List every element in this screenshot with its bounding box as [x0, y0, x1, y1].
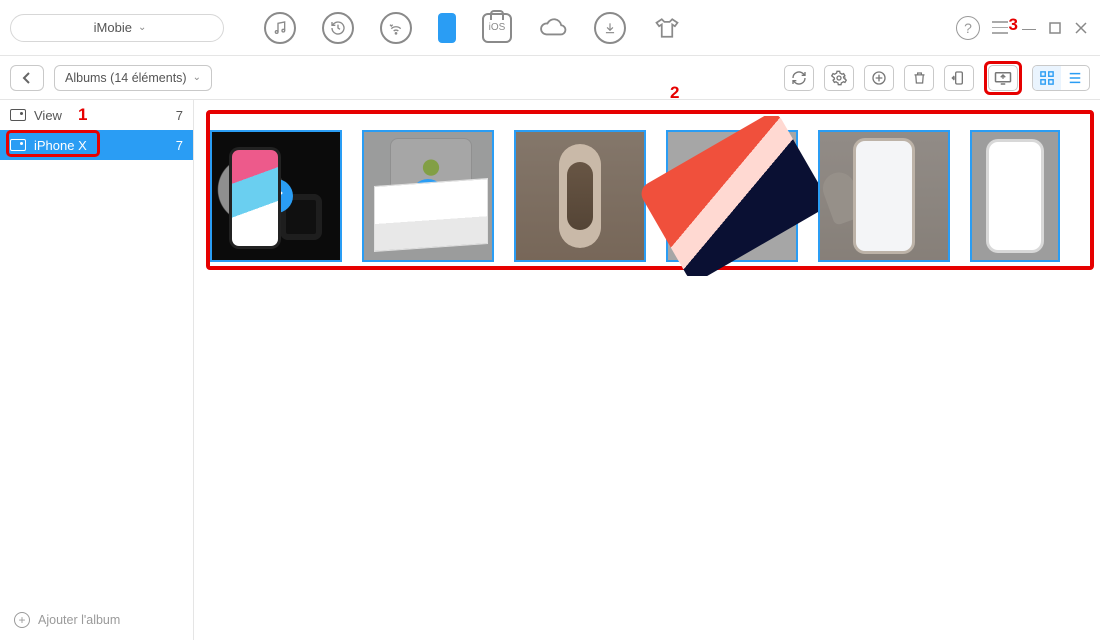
photo-thumbnail[interactable] [362, 130, 494, 262]
selected-check-icon [411, 179, 445, 213]
ios-transfer-icon[interactable]: iOS [482, 13, 512, 43]
window-maximize-icon[interactable] [1046, 19, 1064, 37]
help-icon[interactable]: ? [956, 16, 980, 40]
chevron-down-icon: ⌄ [193, 72, 201, 83]
download-icon[interactable] [594, 12, 626, 44]
brand-label: iMobie [94, 20, 132, 35]
selected-check-icon [715, 179, 749, 213]
photo-thumbnail[interactable] [514, 130, 646, 262]
add-button[interactable] [864, 65, 894, 91]
music-icon[interactable] [264, 12, 296, 44]
photo-thumbnail[interactable] [666, 130, 798, 262]
refresh-button[interactable] [784, 65, 814, 91]
sidebar-item-count: 7 [176, 108, 183, 123]
breadcrumb-label: Albums (14 éléments) [65, 71, 187, 85]
callout-1: 1 [78, 105, 87, 125]
cloud-icon[interactable] [538, 13, 568, 43]
brand-dropdown[interactable]: iMobie ⌄ [10, 14, 224, 42]
chevron-down-icon: ⌄ [138, 22, 146, 33]
photo-thumbnail[interactable] [970, 130, 1060, 262]
add-album-button[interactable]: + Ajouter l'album [0, 600, 193, 640]
callout-3: 3 [1009, 15, 1018, 35]
sidebar: View 7 iPhone X 7 1 + Ajouter l'album [0, 100, 194, 640]
breadcrumb-dropdown[interactable]: Albums (14 éléments) ⌄ [54, 65, 212, 91]
photo-thumbnail[interactable] [210, 130, 342, 262]
sidebar-item-count: 7 [176, 138, 183, 153]
body: View 7 iPhone X 7 1 + Ajouter l'album [0, 100, 1100, 640]
to-computer-button[interactable] [988, 65, 1018, 91]
sidebar-item-label: View [34, 108, 62, 123]
sidebar-item-view[interactable]: View 7 [0, 100, 193, 130]
selected-check-icon [867, 179, 901, 213]
toolbar: Albums (14 éléments) ⌄ 2 [0, 56, 1100, 100]
picture-icon [10, 139, 26, 151]
add-album-label: Ajouter l'album [38, 613, 120, 627]
view-mode-toggle [1032, 65, 1090, 91]
sidebar-item-label: iPhone X [34, 138, 87, 153]
sidebar-item-iphonex[interactable]: iPhone X 7 [0, 130, 193, 160]
plus-circle-icon: + [14, 612, 30, 628]
selected-check-icon [563, 179, 597, 213]
picture-icon [10, 109, 26, 121]
device-phone-icon[interactable] [438, 13, 456, 43]
history-icon[interactable] [322, 12, 354, 44]
selected-check-icon [998, 179, 1032, 213]
wifi-restore-icon[interactable] [380, 12, 412, 44]
photo-grid [202, 116, 1092, 276]
grid-view-button[interactable] [1033, 66, 1061, 90]
window-close-icon[interactable] [1072, 19, 1090, 37]
top-category-icons: iOS [264, 12, 946, 44]
settings-button[interactable] [824, 65, 854, 91]
to-device-button[interactable] [944, 65, 974, 91]
window-controls: 3 ? — [956, 16, 1090, 40]
titlebar: iMobie ⌄ iOS 3 ? — [0, 0, 1100, 56]
content-area [194, 100, 1100, 640]
tshirt-skin-icon[interactable] [652, 13, 682, 43]
window-minimize-icon[interactable]: — [1020, 19, 1038, 37]
list-view-button[interactable] [1061, 66, 1089, 90]
selected-check-icon [259, 179, 293, 213]
back-button[interactable] [10, 65, 44, 91]
delete-button[interactable] [904, 65, 934, 91]
photo-thumbnail[interactable] [818, 130, 950, 262]
callout-3-highlight [984, 61, 1022, 95]
